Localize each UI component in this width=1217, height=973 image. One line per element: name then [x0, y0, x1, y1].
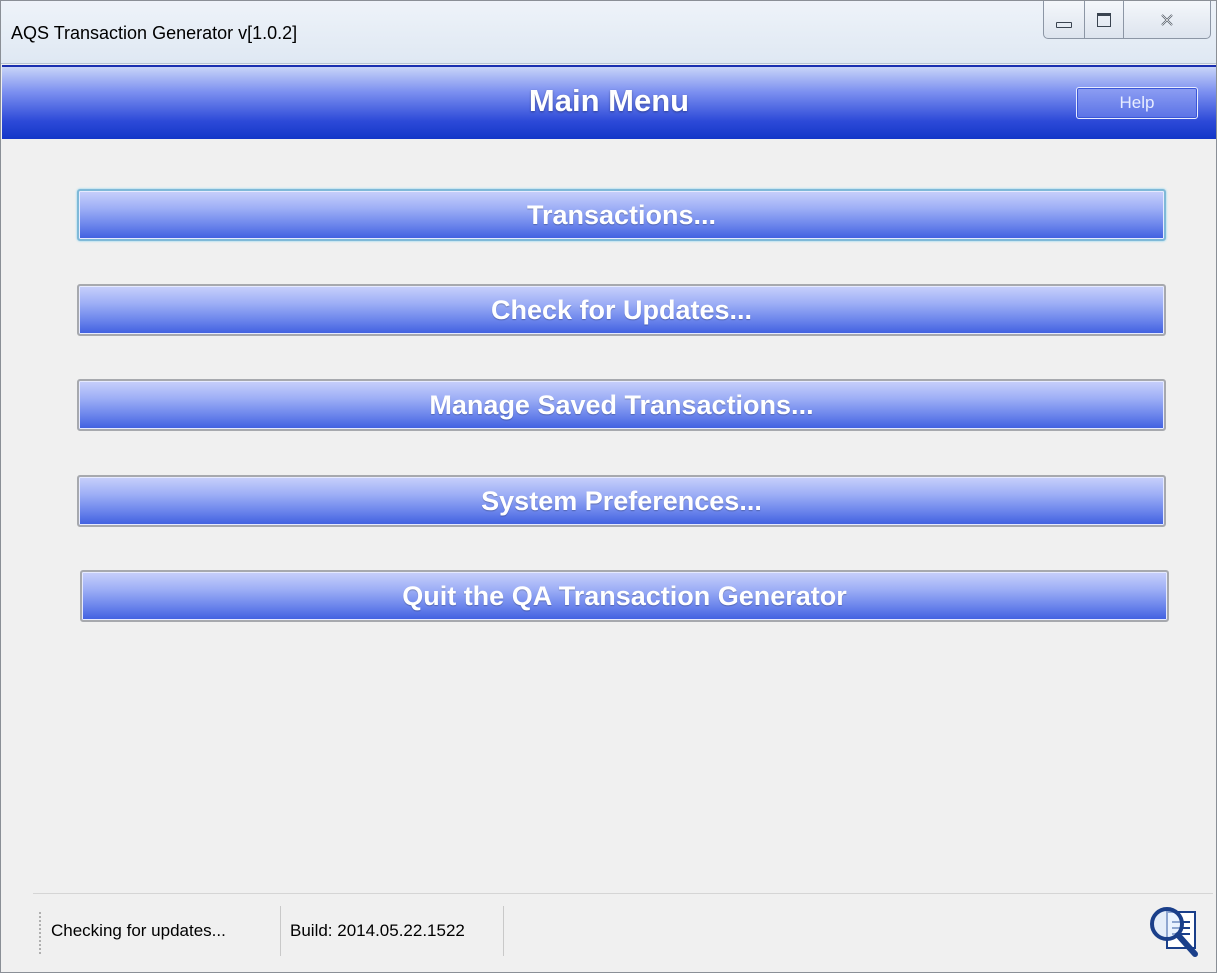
close-icon — [1161, 13, 1173, 26]
status-message: Checking for updates... — [51, 906, 281, 956]
maximize-button[interactable] — [1084, 1, 1124, 39]
header-band: Main Menu Help — [2, 65, 1216, 139]
app-window: AQS Transaction Generator v[1.0.2] Main … — [0, 0, 1217, 973]
page-title: Main Menu — [528, 83, 690, 118]
check-for-updates-button[interactable]: Check for Updates... — [77, 284, 1166, 336]
system-preferences-button[interactable]: System Preferences... — [77, 475, 1166, 527]
quit-button[interactable]: Quit the QA Transaction Generator — [80, 570, 1169, 622]
maximize-icon — [1097, 12, 1111, 27]
build-info: Build: 2014.05.22.1522 — [290, 906, 504, 956]
status-grip — [39, 912, 41, 954]
minimize-button[interactable] — [1043, 1, 1085, 39]
minimize-icon — [1056, 21, 1072, 28]
status-bar: Checking for updates... Build: 2014.05.2… — [33, 893, 1213, 968]
transactions-button[interactable]: Transactions... — [77, 189, 1166, 241]
build-info-text: Build: 2014.05.22.1522 — [290, 921, 465, 940]
help-button[interactable]: Help — [1076, 87, 1198, 119]
window-title: AQS Transaction Generator v[1.0.2] — [11, 23, 298, 43]
search-document-icon[interactable] — [1145, 900, 1205, 960]
status-message-text: Checking for updates... — [51, 921, 226, 940]
close-button[interactable] — [1123, 1, 1211, 39]
manage-saved-transactions-button[interactable]: Manage Saved Transactions... — [77, 379, 1166, 431]
title-bar: AQS Transaction Generator v[1.0.2] — [1, 1, 1216, 64]
